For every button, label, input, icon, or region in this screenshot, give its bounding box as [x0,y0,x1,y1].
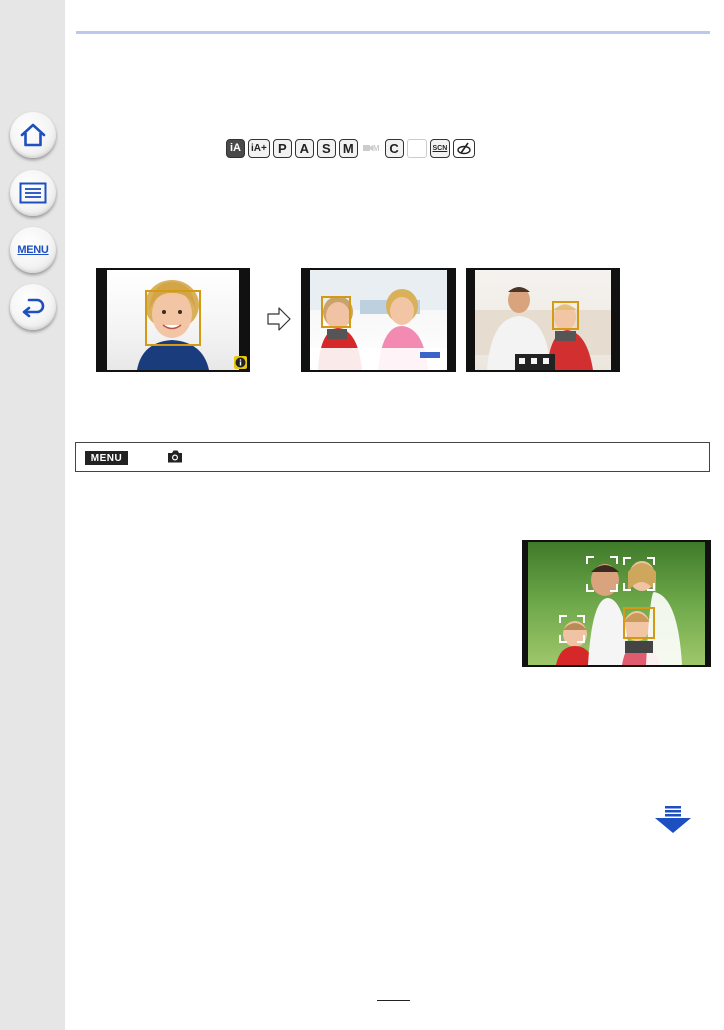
menu-tag: MENU [85,451,128,465]
face-detect-frame [623,607,655,639]
next-page-arrow-icon[interactable] [655,806,691,834]
menu-icon: MENU [17,244,49,256]
mode-creative-video-icon: M [360,138,382,158]
mode-creative-control-icon [453,138,476,158]
face-label-bar [327,329,347,339]
mode-aperture: A [294,138,314,158]
face-label-bar [625,641,653,653]
face-detect-frame [321,296,351,328]
photo-family [475,270,611,370]
home-button[interactable] [10,112,56,158]
face-detect-frame [145,290,201,346]
mode-shutter: S [316,138,336,158]
camera-icon [166,449,184,469]
mode-panorama-icon [406,138,427,158]
face-label-bar [555,331,576,341]
recording-modes: iA iA+ P A S M M C SCN [226,138,476,158]
mode-intelligent-auto-plus: iA+ [248,138,270,158]
arrow-right-icon [141,453,149,463]
example-photo-single-face [96,268,250,372]
back-button[interactable] [10,284,56,330]
menu-path-bar: MENU [75,442,710,472]
mode-scene-guide: SCN [429,138,451,158]
info-badge [234,356,247,369]
example-photo-family [466,268,620,372]
page-number-underline [377,1000,410,1001]
mode-program: P [272,138,292,158]
sidebar: MENU [0,0,65,1030]
mode-intelligent-auto: iA [226,138,245,158]
info-icon [235,357,246,368]
back-arrow-icon [19,295,47,319]
face-detect-frame-secondary [559,615,585,643]
face-detect-frame-secondary [623,557,655,591]
list-icon [19,182,47,204]
face-detect-frame [552,301,579,330]
mode-custom: C [384,138,404,158]
face-detect-frame-secondary [586,556,618,592]
example-photo-kids [301,268,456,372]
menu-button[interactable]: MENU [10,227,56,273]
example-photo-group [522,540,711,667]
arrow-right-icon [267,307,291,331]
contents-button[interactable] [10,170,56,216]
home-icon [19,122,47,148]
mode-manual: M [338,138,358,158]
header-rule [76,31,710,34]
